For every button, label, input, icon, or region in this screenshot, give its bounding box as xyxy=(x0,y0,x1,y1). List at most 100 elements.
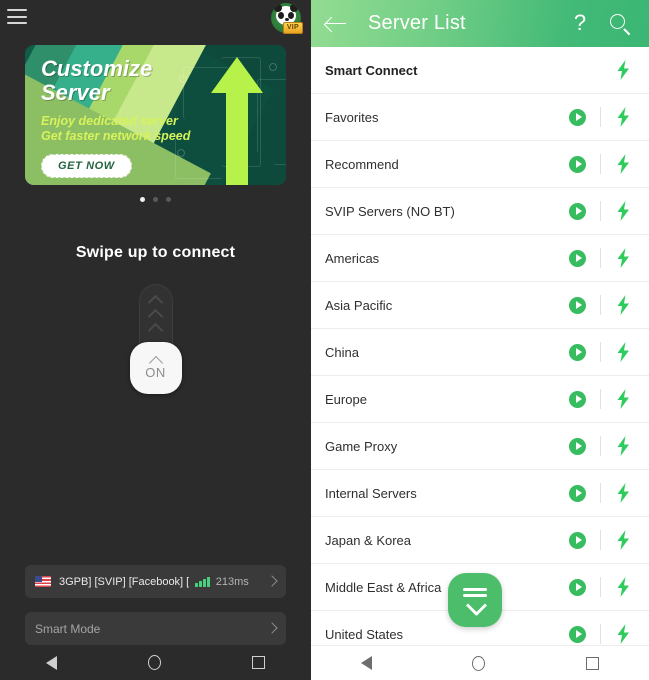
lightning-bolt-button[interactable] xyxy=(615,530,631,550)
chevron-up-icon xyxy=(149,325,163,333)
row-divider xyxy=(600,624,601,644)
mode-row[interactable]: Smart Mode xyxy=(25,612,286,645)
back-arrow-icon[interactable] xyxy=(325,13,347,35)
server-list-row[interactable]: SVIP Servers (NO BT) xyxy=(311,188,649,235)
current-server-name: 3GPB] [SVIP] [Facebook] [ xyxy=(59,575,190,588)
server-list-row-label: United States xyxy=(325,626,404,642)
play-circle-icon[interactable] xyxy=(569,484,586,502)
server-list-row-label: Internal Servers xyxy=(325,485,417,501)
lightning-bolt-button[interactable] xyxy=(615,577,631,597)
promo-banner-carousel[interactable]: Customize Server Enjoy dedicated server … xyxy=(25,45,286,202)
lightning-bolt-icon xyxy=(617,530,629,550)
lightning-bolt-icon xyxy=(617,342,629,362)
vip-badge: VIP xyxy=(282,22,303,34)
carousel-dots[interactable] xyxy=(25,197,286,202)
server-list-row[interactable]: Internal Servers xyxy=(311,470,649,517)
play-circle-icon[interactable] xyxy=(569,343,586,361)
us-flag-icon xyxy=(35,576,51,587)
server-list-screen: Server List ? Smart Connect Favorites Reco… xyxy=(311,0,649,680)
carousel-dot[interactable] xyxy=(166,197,171,202)
server-list-row-label: Europe xyxy=(325,391,367,407)
server-list-row-label: Middle East & Africa xyxy=(325,579,442,595)
server-list-row[interactable]: Favorites xyxy=(311,94,649,141)
server-list-row[interactable]: China xyxy=(311,329,649,376)
play-circle-icon[interactable] xyxy=(569,625,586,643)
back-triangle-icon[interactable] xyxy=(45,655,57,670)
app-root: VIP Customize Server Enjoy dedicated ser… xyxy=(0,0,649,680)
vpn-home-screen: VIP Customize Server Enjoy dedicated ser… xyxy=(0,0,311,680)
lightning-bolt-button[interactable] xyxy=(615,389,631,409)
current-server-row[interactable]: 3GPB] [SVIP] [Facebook] [ 213ms xyxy=(25,565,286,598)
server-list-row-label: Favorites xyxy=(325,109,379,125)
server-list-row-label: Americas xyxy=(325,250,380,266)
row-divider xyxy=(600,295,601,315)
recents-square-icon[interactable] xyxy=(585,656,599,670)
question-mark-icon[interactable]: ? xyxy=(565,9,595,39)
lightning-bolt-button[interactable] xyxy=(615,248,631,268)
back-triangle-icon[interactable] xyxy=(361,656,373,670)
row-divider xyxy=(600,107,601,127)
lightning-bolt-icon xyxy=(617,624,629,644)
play-circle-icon[interactable] xyxy=(569,531,586,549)
search-icon[interactable] xyxy=(605,9,635,39)
server-list-row[interactable]: Europe xyxy=(311,376,649,423)
lightning-bolt-button[interactable] xyxy=(615,201,631,221)
lightning-bolt-icon xyxy=(617,154,629,174)
lightning-bolt-button[interactable] xyxy=(615,342,631,362)
row-divider xyxy=(600,530,601,550)
hamburger-menu-icon[interactable] xyxy=(7,9,27,24)
row-divider xyxy=(600,389,601,409)
row-divider xyxy=(600,154,601,174)
server-list-row[interactable]: Smart Connect xyxy=(311,47,649,94)
carousel-dot[interactable] xyxy=(140,197,145,202)
chevron-right-icon xyxy=(266,574,278,587)
home-circle-icon[interactable] xyxy=(472,655,486,671)
get-now-button[interactable]: GET NOW xyxy=(41,154,132,178)
lightning-bolt-icon xyxy=(617,389,629,409)
chevron-right-icon xyxy=(266,621,278,634)
lightning-bolt-button[interactable] xyxy=(615,295,631,315)
server-list-row-label: Asia Pacific xyxy=(325,297,393,313)
collapse-all-down-icon[interactable] xyxy=(448,573,502,627)
banner-title: Customize Server xyxy=(41,56,153,105)
help-glyph: ? xyxy=(573,9,587,35)
server-list-row[interactable]: Recommend xyxy=(311,141,649,188)
home-circle-icon[interactable] xyxy=(147,655,161,670)
home-topbar: VIP xyxy=(0,0,311,40)
carousel-dot[interactable] xyxy=(153,197,158,202)
connect-slider-knob[interactable]: ON xyxy=(129,342,182,394)
lightning-bolt-icon xyxy=(617,577,629,597)
lightning-bolt-button[interactable] xyxy=(615,436,631,456)
lightning-bolt-icon xyxy=(617,295,629,315)
connect-slider[interactable]: ON xyxy=(129,284,182,394)
lightning-bolt-icon xyxy=(617,107,629,127)
promo-banner[interactable]: Customize Server Enjoy dedicated server … xyxy=(25,45,286,185)
row-divider xyxy=(600,248,601,268)
server-list-row[interactable]: Americas xyxy=(311,235,649,282)
recents-square-icon[interactable] xyxy=(252,656,266,669)
lightning-bolt-button[interactable] xyxy=(615,483,631,503)
lightning-bolt-button[interactable] xyxy=(615,624,631,644)
page-title: Server List xyxy=(368,12,466,34)
play-circle-icon[interactable] xyxy=(569,296,586,314)
vip-panda-logo[interactable]: VIP xyxy=(269,2,303,36)
play-circle-icon[interactable] xyxy=(569,202,586,220)
play-circle-icon[interactable] xyxy=(569,155,586,173)
play-circle-icon[interactable] xyxy=(569,249,586,267)
row-divider xyxy=(600,577,601,597)
lightning-bolt-button[interactable] xyxy=(615,107,631,127)
play-circle-icon[interactable] xyxy=(569,437,586,455)
server-list-row-label: Game Proxy xyxy=(325,438,398,454)
play-circle-icon[interactable] xyxy=(569,390,586,408)
play-circle-icon[interactable] xyxy=(569,108,586,126)
server-list-row[interactable]: Asia Pacific xyxy=(311,282,649,329)
chevron-up-icon xyxy=(149,297,163,305)
server-list-row[interactable]: Game Proxy xyxy=(311,423,649,470)
row-divider xyxy=(600,436,601,456)
play-circle-icon[interactable] xyxy=(569,578,586,596)
lightning-bolt-icon xyxy=(617,248,629,268)
server-list-row[interactable]: Japan & Korea xyxy=(311,517,649,564)
server-list-row-label: Japan & Korea xyxy=(325,532,412,548)
lightning-bolt-button[interactable] xyxy=(615,60,631,80)
lightning-bolt-button[interactable] xyxy=(615,154,631,174)
